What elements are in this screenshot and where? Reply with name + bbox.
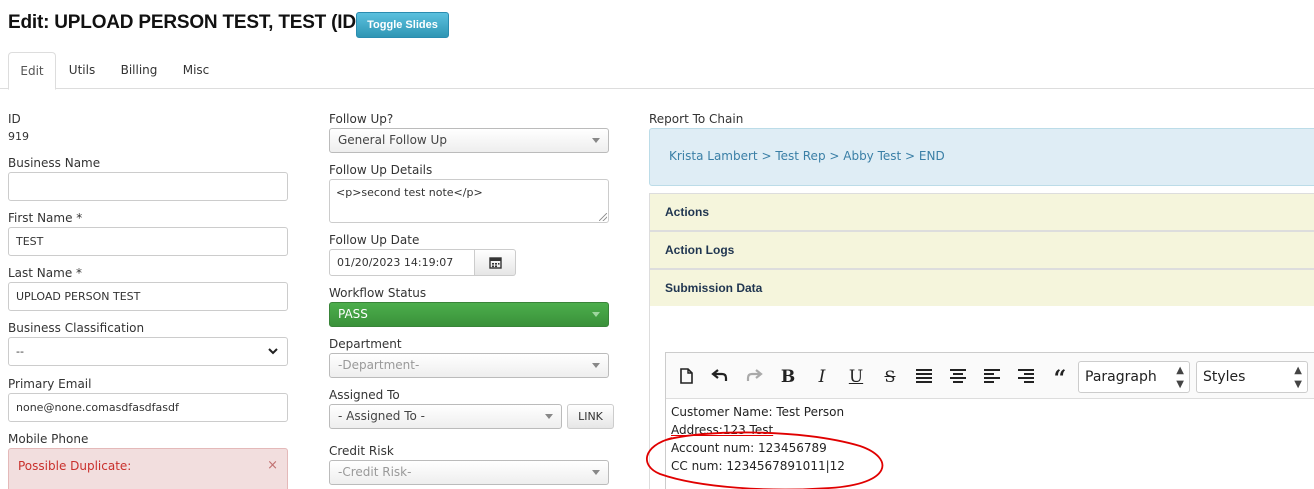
assigned-to-value: - Assigned To - [338, 409, 426, 423]
business-name-field[interactable] [8, 172, 288, 201]
calendar-button[interactable] [475, 249, 516, 276]
format-select-value: Paragraph [1085, 369, 1157, 385]
dropdown-arrow-icon [592, 138, 600, 143]
content-line: Address:123 Test [671, 423, 774, 437]
primary-email-label: Primary Email [8, 377, 92, 391]
workflow-status-label: Workflow Status [329, 286, 427, 300]
assigned-to-select[interactable]: - Assigned To - [329, 404, 562, 429]
tab-utils[interactable]: Utils [58, 52, 106, 89]
credit-risk-label: Credit Risk [329, 444, 394, 458]
action-logs-panel-header[interactable]: Action Logs [649, 231, 1314, 269]
new-document-icon[interactable] [675, 367, 697, 387]
business-classification-label: Business Classification [8, 321, 145, 335]
dropdown-arrow-icon [545, 414, 553, 419]
credit-risk-select[interactable]: -Credit Risk- [329, 460, 609, 485]
content-line: CC num: 1234567891011|12 [671, 459, 845, 473]
mobile-phone-label: Mobile Phone [8, 432, 89, 446]
styles-select-value: Styles [1203, 369, 1246, 385]
dropdown-arrow-icon [592, 470, 600, 475]
link-button[interactable]: LINK [567, 404, 614, 429]
editor-toolbar: B I U S “ Paragraph ▲ ▼ Styles ▲ ▼ [666, 353, 1314, 399]
follow-up-details-value: <p>second test note</p> [336, 186, 483, 199]
last-name-field[interactable]: UPLOAD PERSON TEST [8, 282, 288, 311]
department-label: Department [329, 337, 402, 351]
report-to-chain-label: Report To Chain [649, 112, 744, 126]
department-select[interactable]: -Department- [329, 353, 609, 378]
business-classification-select[interactable]: -- [8, 337, 288, 366]
updown-arrow-icon: ▲ ▼ [1294, 365, 1302, 390]
tab-edit[interactable]: Edit [8, 52, 56, 90]
toggle-slides-button[interactable]: Toggle Slides [356, 12, 449, 38]
follow-up-value: General Follow Up [338, 133, 447, 147]
report-to-chain-box: Krista Lambert > Test Rep > Abby Test > … [649, 128, 1314, 186]
follow-up-details-textarea[interactable]: <p>second test note</p> [329, 179, 609, 223]
department-value: -Department- [338, 358, 420, 372]
assigned-to-label: Assigned To [329, 388, 400, 402]
page-title: Edit: UPLOAD PERSON TEST, TEST (ID: 919) [8, 12, 405, 33]
dropdown-arrow-icon [592, 363, 600, 368]
blockquote-icon[interactable]: “ [1049, 367, 1071, 391]
tab-bar: Edit Utils Billing Misc [0, 52, 1314, 90]
actions-panel-header[interactable]: Actions [649, 193, 1314, 231]
follow-up-label: Follow Up? [329, 112, 394, 126]
underline-icon[interactable]: U [845, 367, 867, 387]
format-select[interactable]: Paragraph ▲ ▼ [1078, 361, 1190, 393]
first-name-field[interactable]: TEST [8, 227, 288, 256]
styles-select[interactable]: Styles ▲ ▼ [1196, 361, 1308, 393]
tab-misc[interactable]: Misc [172, 52, 220, 89]
workflow-status-value: PASS [338, 307, 368, 321]
content-line: Customer Name: Test Person [671, 405, 845, 419]
tab-billing[interactable]: Billing [112, 52, 166, 89]
chevron-down-icon [267, 338, 279, 375]
business-name-label: Business Name [8, 156, 101, 170]
id-value: 919 [8, 130, 29, 143]
follow-up-select[interactable]: General Follow Up [329, 128, 609, 153]
updown-arrow-icon: ▲ ▼ [1176, 365, 1184, 390]
redo-icon[interactable] [743, 367, 765, 387]
business-classification-value: -- [16, 345, 24, 358]
close-icon[interactable]: × [267, 458, 278, 473]
submission-data-panel-header[interactable]: Submission Data [649, 269, 1314, 307]
align-left-icon[interactable] [981, 367, 1003, 387]
strikethrough-icon[interactable]: S [879, 367, 901, 387]
id-label: ID [8, 112, 21, 126]
follow-up-date-label: Follow Up Date [329, 233, 420, 247]
submission-data-editor[interactable]: B I U S “ Paragraph ▲ ▼ Styles ▲ ▼ Custome… [665, 352, 1314, 489]
follow-up-date-field[interactable]: 01/20/2023 14:19:07 [329, 249, 475, 276]
primary-email-field[interactable]: none@none.comasdfasdfasdf [8, 393, 288, 422]
bold-icon[interactable]: B [777, 367, 799, 387]
content-line: Account num: 123456789 [671, 441, 827, 455]
align-right-icon[interactable] [1015, 367, 1037, 387]
follow-up-details-label: Follow Up Details [329, 163, 433, 177]
duplicate-alert: Possible Duplicate: × [8, 448, 288, 489]
report-to-chain-text: Krista Lambert > Test Rep > Abby Test > … [669, 149, 945, 163]
last-name-label: Last Name * [8, 266, 83, 280]
calendar-icon [489, 257, 502, 269]
workflow-status-select[interactable]: PASS [329, 302, 609, 327]
first-name-label: First Name * [8, 211, 83, 225]
credit-risk-value: -Credit Risk- [338, 465, 412, 479]
italic-icon[interactable]: I [811, 367, 833, 387]
dropdown-arrow-icon [592, 312, 600, 317]
align-justify-icon[interactable] [913, 367, 935, 387]
resize-handle-icon[interactable] [599, 213, 607, 221]
undo-icon[interactable] [709, 367, 731, 387]
editor-content[interactable]: Customer Name: Test Person Address:123 T… [671, 403, 845, 475]
duplicate-alert-text: Possible Duplicate: [18, 459, 132, 473]
align-center-icon[interactable] [947, 367, 969, 387]
